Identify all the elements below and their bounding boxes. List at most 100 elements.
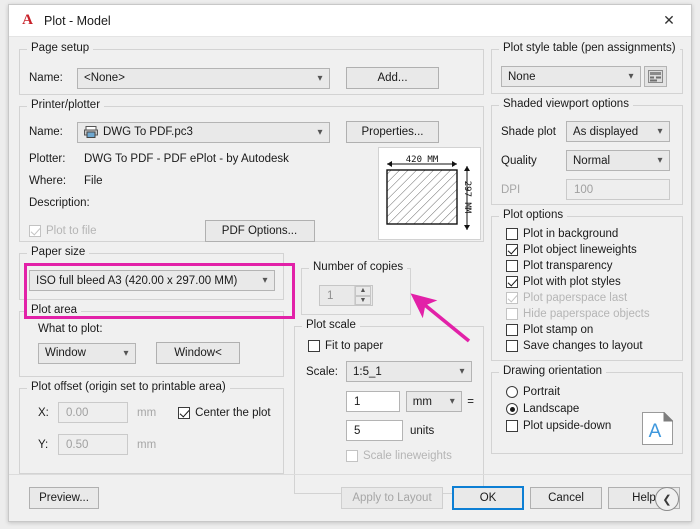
page-setup-name-combo[interactable]: <None> ▾	[77, 67, 330, 89]
chevron-down-icon: ▾	[449, 396, 455, 407]
printer-name-label: Name:	[29, 126, 63, 138]
page-setup-group: Page setup Name: <None> ▾ Add...	[19, 42, 484, 95]
checkbox-box	[506, 324, 518, 336]
plot-options-group: Plot options Plot in background Plot obje…	[491, 209, 683, 361]
plot-options-list: Plot in background Plot object lineweight…	[506, 228, 673, 352]
plot-style-table-value: None	[508, 70, 536, 83]
what-to-plot-combo[interactable]: Window ▾	[38, 342, 136, 364]
pen-table-icon[interactable]	[644, 66, 667, 87]
plot-option-checkbox[interactable]: Plot object lineweights	[506, 244, 673, 256]
chevron-down-icon: ▾	[317, 126, 323, 138]
chevron-down-icon: ▾	[657, 126, 663, 137]
plot-option-checkbox[interactable]: Plot transparency	[506, 260, 673, 272]
paper-size-group: Paper size ISO full bleed A3 (420.00 x 2…	[19, 246, 284, 300]
scale-unit-combo[interactable]: mm ▾	[405, 391, 463, 412]
autocad-logo-icon: A	[22, 12, 33, 28]
spinner-arrows[interactable]: ▲ ▼	[354, 286, 371, 305]
dpi-label: DPI	[501, 183, 521, 196]
plot-option-label: Plot paperspace last	[523, 292, 628, 304]
checkbox-box	[506, 292, 518, 304]
quality-label: Quality	[501, 154, 537, 167]
svg-text:A: A	[649, 421, 662, 442]
dpi-input[interactable]: 100	[566, 179, 670, 200]
quality-value: Normal	[573, 154, 611, 167]
window-select-button[interactable]: Window<	[156, 342, 240, 364]
quality-combo[interactable]: Normal ▾	[566, 150, 670, 171]
plot-to-file-label: Plot to file	[46, 225, 97, 237]
printer-icon	[84, 126, 98, 138]
checkbox-box	[506, 228, 518, 240]
page-setup-name-value: <None>	[84, 72, 125, 84]
offset-x-input[interactable]: 0.00	[58, 402, 128, 423]
printer-plotter-group: Printer/plotter Name: DWG To PDF.pc3 ▾ P…	[19, 99, 484, 242]
shade-plot-combo[interactable]: As displayed ▾	[566, 121, 670, 142]
ok-button[interactable]: OK	[452, 486, 524, 510]
preview-button[interactable]: Preview...	[29, 487, 99, 509]
plot-options-legend: Plot options	[499, 209, 568, 221]
printer-properties-button[interactable]: Properties...	[346, 121, 439, 143]
plot-option-checkbox[interactable]: Plot stamp on	[506, 324, 673, 336]
plot-option-label: Plot stamp on	[523, 324, 594, 336]
orientation-portrait-radio[interactable]: Portrait	[506, 386, 673, 398]
copies-spinner[interactable]: 1 ▲ ▼	[319, 285, 373, 306]
printer-plotter-legend: Printer/plotter	[27, 99, 105, 111]
paper-size-legend: Paper size	[27, 246, 90, 258]
checkbox-box	[29, 225, 41, 237]
left-column: Page setup Name: <None> ▾ Add... Printer…	[19, 42, 484, 494]
plot-offset-group: Plot offset (origin set to printable are…	[19, 381, 284, 474]
plot-option-checkbox[interactable]: Plot with plot styles	[506, 276, 673, 288]
plot-option-label: Plot object lineweights	[523, 244, 637, 256]
offset-x-label: X:	[38, 406, 49, 419]
scale-units-label: units	[410, 424, 435, 437]
plot-to-file-checkbox[interactable]: Plot to file	[29, 225, 97, 237]
plot-area-legend: Plot area	[27, 304, 82, 316]
dialog-title: Plot - Model	[44, 13, 111, 28]
fit-to-paper-label: Fit to paper	[325, 340, 384, 352]
chevron-left-icon[interactable]: ❮	[655, 487, 679, 511]
plot-option-label: Save changes to layout	[523, 340, 643, 352]
description-label: Description:	[29, 197, 90, 209]
radio-circle	[506, 386, 518, 398]
center-the-plot-checkbox[interactable]: Center the plot	[178, 406, 271, 419]
checkbox-box	[346, 450, 358, 462]
plot-offset-legend: Plot offset (origin set to printable are…	[27, 381, 230, 393]
scale-label: Scale:	[306, 365, 338, 378]
paper-size-combo[interactable]: ISO full bleed A3 (420.00 x 297.00 MM) ▾	[29, 270, 275, 291]
add-page-setup-button[interactable]: Add...	[346, 67, 439, 89]
plot-upside-down-label: Plot upside-down	[523, 420, 612, 432]
spinner-up-icon[interactable]: ▲	[355, 286, 371, 296]
plot-style-table-combo[interactable]: None ▾	[501, 66, 641, 87]
fit-to-paper-checkbox[interactable]: Fit to paper	[308, 340, 474, 352]
pdf-options-button[interactable]: PDF Options...	[204, 220, 315, 242]
scale-combo[interactable]: 1:5_1 ▾	[346, 361, 472, 382]
copies-value: 1	[327, 289, 334, 302]
printer-name-combo[interactable]: DWG To PDF.pc3 ▾	[77, 121, 330, 143]
chevron-down-icon: ▾	[262, 275, 268, 286]
paper-preview: 420 MM 297 MM	[378, 147, 481, 240]
scale-lineweights-checkbox[interactable]: Scale lineweights	[346, 450, 474, 462]
plot-option-checkbox[interactable]: Save changes to layout	[506, 340, 673, 352]
checkbox-box	[506, 420, 518, 432]
scale-denominator-input[interactable]: 5	[346, 420, 403, 441]
page-setup-legend: Page setup	[27, 42, 94, 54]
scale-numerator-input[interactable]: 1	[346, 391, 400, 412]
close-icon[interactable]: ✕	[647, 5, 691, 35]
shade-plot-label: Shade plot	[501, 125, 556, 138]
scale-value: 1:5_1	[353, 365, 382, 378]
orientation-portrait-label: Portrait	[523, 386, 561, 398]
scale-lineweights-label: Scale lineweights	[363, 450, 452, 462]
apply-to-layout-button[interactable]: Apply to Layout	[341, 487, 443, 509]
spinner-down-icon[interactable]: ▼	[355, 295, 371, 305]
dialog-body: Page setup Name: <None> ▾ Add... Printer…	[9, 36, 691, 521]
plot-scale-legend: Plot scale	[302, 319, 360, 331]
plot-option-checkbox[interactable]: Plot in background	[506, 228, 673, 240]
copies-group: Number of copies 1 ▲ ▼	[301, 261, 411, 315]
offset-x-unit: mm	[137, 406, 157, 419]
svg-text:297 MM: 297 MM	[462, 181, 472, 214]
shade-plot-value: As displayed	[573, 125, 639, 138]
page-setup-name-label: Name:	[29, 72, 63, 84]
plotter-value: DWG To PDF - PDF ePlot - by Autodesk	[84, 153, 289, 165]
cancel-button[interactable]: Cancel	[530, 487, 602, 509]
shaded-viewport-legend: Shaded viewport options	[499, 98, 633, 110]
offset-y-input[interactable]: 0.50	[58, 434, 128, 455]
